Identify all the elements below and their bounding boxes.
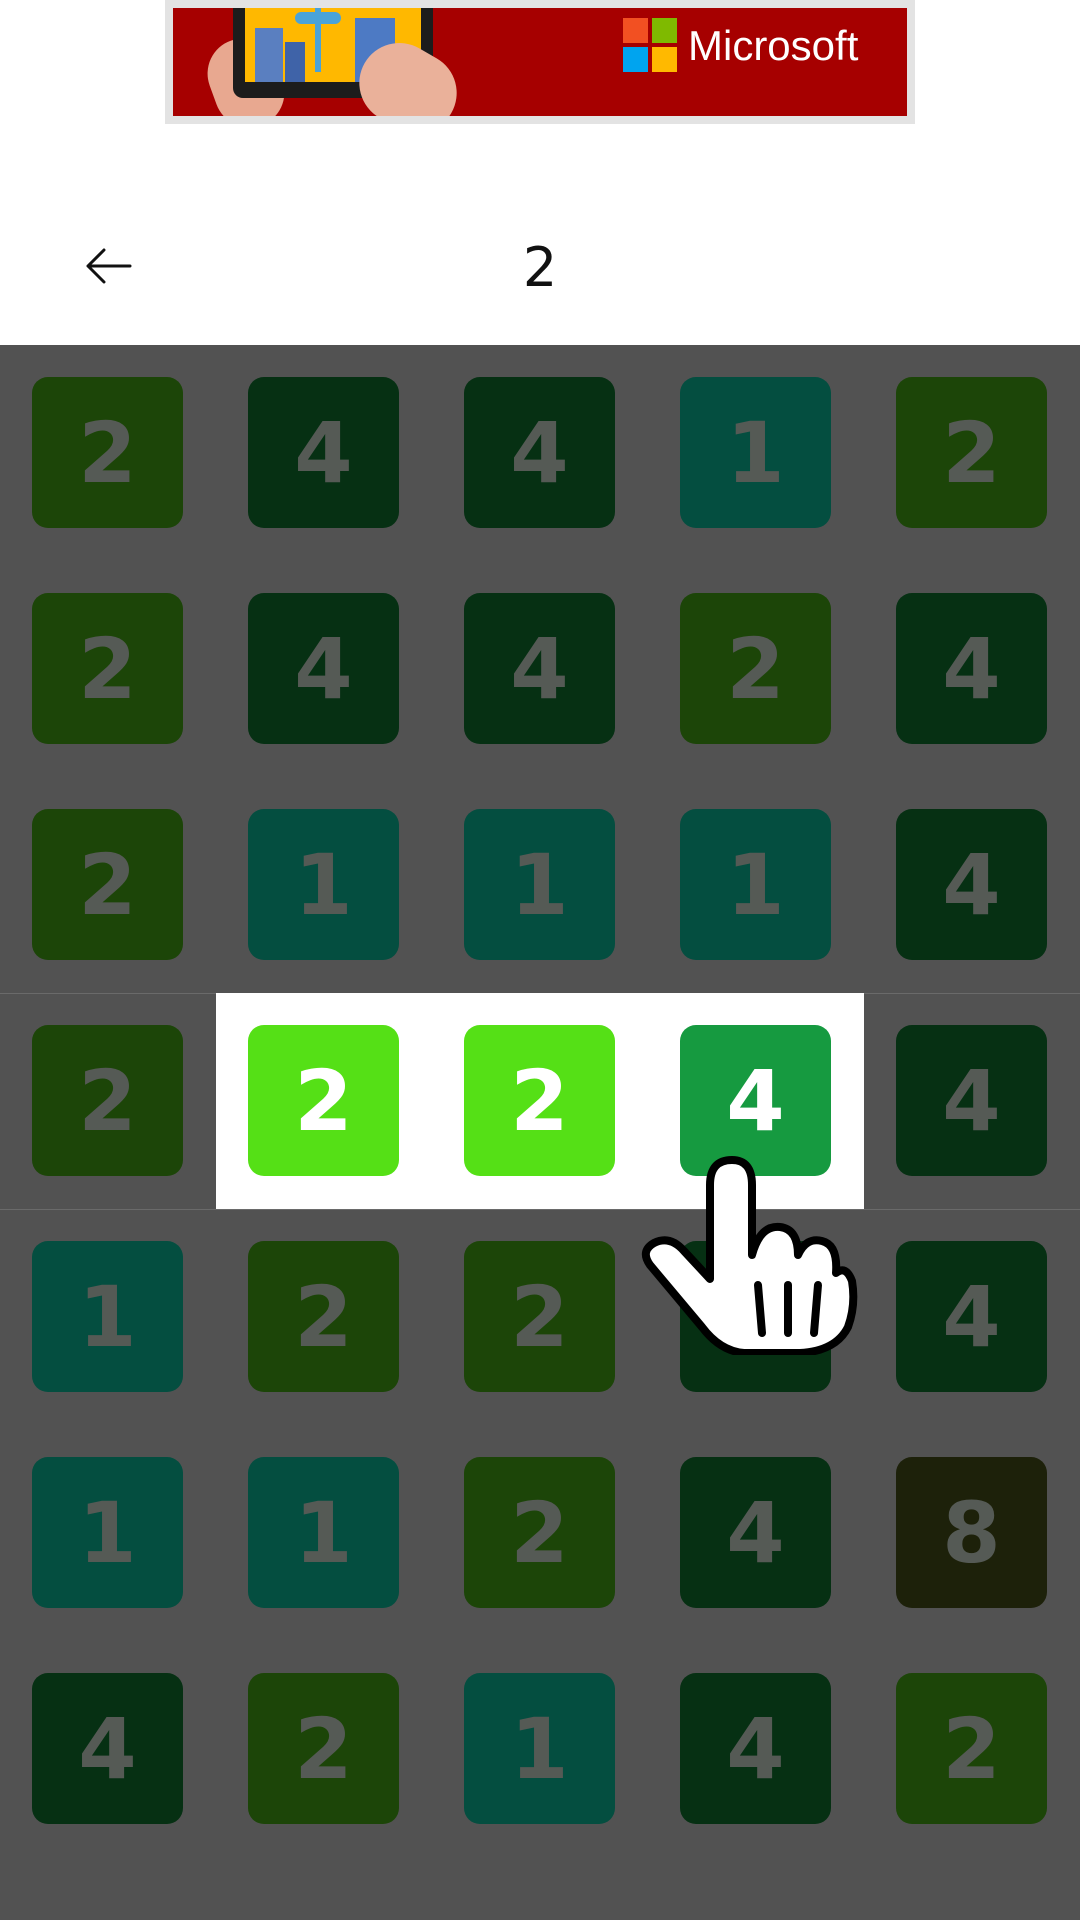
level-title: 2 <box>522 236 558 299</box>
tile[interactable]: 2 <box>896 377 1047 528</box>
ad-brand-text: Microsoft <box>688 22 859 69</box>
tile[interactable]: 4 <box>680 1673 831 1824</box>
tile[interactable]: 1 <box>32 1241 183 1392</box>
tile[interactable]: 4 <box>896 593 1047 744</box>
tile[interactable]: 2 <box>248 1673 399 1824</box>
tile[interactable]: 4 <box>680 1025 831 1176</box>
tile[interactable]: 1 <box>248 809 399 960</box>
tile[interactable]: 4 <box>896 809 1047 960</box>
tile[interactable]: 8 <box>896 1457 1047 1608</box>
arrow-left-icon <box>86 248 132 284</box>
game-board: 2441224424211142224412241124842142 <box>0 345 1080 1920</box>
tile[interactable]: 2 <box>32 809 183 960</box>
microsoft-logo-icon <box>623 18 677 72</box>
tile[interactable]: 2 <box>680 593 831 744</box>
ad-banner[interactable]: Microsoft <box>165 0 915 124</box>
space-needle-top-shape <box>295 12 341 24</box>
tile[interactable]: 1 <box>680 377 831 528</box>
back-button[interactable] <box>78 238 138 294</box>
tile[interactable]: 2 <box>248 1025 399 1176</box>
tile[interactable]: 4 <box>248 593 399 744</box>
tile[interactable]: 4 <box>896 1241 1047 1392</box>
building-shape <box>285 42 305 82</box>
tile[interactable]: 2 <box>32 1025 183 1176</box>
building-shape <box>255 28 283 82</box>
tile[interactable]: 4 <box>464 593 615 744</box>
tile[interactable]: 2 <box>32 593 183 744</box>
tile[interactable]: 1 <box>32 1457 183 1608</box>
tile[interactable]: 2 <box>464 1241 615 1392</box>
tile[interactable]: 1 <box>680 809 831 960</box>
tile[interactable]: 4 <box>248 377 399 528</box>
tile[interactable]: 2 <box>896 1673 1047 1824</box>
tile[interactable]: 4 <box>32 1673 183 1824</box>
tile[interactable]: 2 <box>32 377 183 528</box>
tile[interactable]: 4 <box>680 1457 831 1608</box>
tile[interactable]: 2 <box>464 1457 615 1608</box>
divider <box>0 1209 1080 1210</box>
tile[interactable]: 1 <box>464 809 615 960</box>
tile[interactable]: 2 <box>464 1025 615 1176</box>
pointing-hand-icon <box>641 1156 858 1355</box>
tile[interactable]: 4 <box>464 377 615 528</box>
ad-content[interactable]: Microsoft <box>173 8 907 116</box>
tile[interactable]: 1 <box>248 1457 399 1608</box>
tile[interactable]: 1 <box>464 1673 615 1824</box>
tile[interactable]: 2 <box>248 1241 399 1392</box>
tile[interactable]: 4 <box>896 1025 1047 1176</box>
